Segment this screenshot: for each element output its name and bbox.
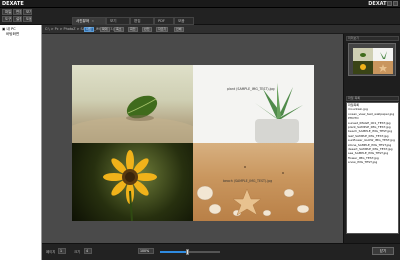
toolbar-button-edit[interactable]: 편집 (13, 9, 22, 15)
toolbar-button-open[interactable]: 파일 열기 (2, 9, 12, 15)
rotate-button[interactable]: 회전 (128, 27, 138, 32)
zoom-slider-fill (160, 251, 187, 253)
zoom-out-button[interactable]: 축소 (114, 27, 124, 32)
tab-view[interactable]: 보기 (106, 17, 130, 25)
app-logo: DEXATE (2, 1, 24, 7)
toolbar-button-help[interactable]: 도움말 (23, 16, 32, 22)
status-bar: 페이지 1 크기 4 100% 닫기 (42, 243, 400, 260)
photo-label-b: plant (SAMPLE_IMG_TEST).jpg (227, 87, 275, 91)
minimize-button[interactable] (387, 1, 392, 6)
photo-label-d: beach (SAMPLE_IMG_TEST).jpg (223, 179, 273, 183)
toolbar-button-settings[interactable]: 설정 (13, 16, 22, 22)
toolbar: 파일 열기 편집 보기 도구 설정 도움말 사진뷰어× 보기 편집 PDF 모음 (0, 8, 400, 25)
photo-mode-button[interactable]: 사진 (84, 27, 94, 32)
flip-button[interactable]: 반전 (142, 27, 152, 32)
close-button[interactable]: 닫기 (372, 247, 394, 255)
page-label: 페이지 (46, 250, 56, 254)
tab-edit[interactable]: 편집 (130, 17, 154, 25)
tab-photo-viewer[interactable]: 사진뷰어 × (72, 17, 106, 25)
leaf-image (72, 95, 193, 143)
folder-tree: ▣ 내 PC 바탕화면 (0, 25, 42, 260)
tree-item-desktop[interactable]: 바탕화면 (6, 32, 19, 37)
thumbnail-image (353, 48, 393, 74)
zoom-field[interactable]: 100% (138, 248, 154, 254)
tab-pdf[interactable]: PDF (154, 17, 174, 25)
path-bar: C:\ > Pc > PhotoZ > SAMPLE_IMG_TEST.jpg … (42, 25, 400, 34)
preview-header: 미리보기 (346, 36, 399, 41)
size-label: 크기 (74, 250, 81, 254)
photo-sunflower[interactable] (72, 143, 193, 221)
zoom-slider[interactable] (160, 249, 220, 255)
photo-succulent[interactable]: plant (SAMPLE_IMG_TEST).jpg (193, 65, 314, 143)
print-button[interactable]: 인쇄 (174, 27, 184, 32)
size-input[interactable]: 4 (84, 248, 92, 254)
list-item[interactable]: sunflower_GLOW_IMG_TEST.jpg (347, 138, 398, 142)
sunflower-image (103, 150, 157, 221)
photo-leaf[interactable] (72, 65, 193, 143)
close-window-button[interactable] (393, 1, 398, 6)
zoom-in-button[interactable]: 확대 (100, 27, 110, 32)
list-item[interactable]: snow_IMG_TEST.jpg (347, 160, 398, 164)
page-input[interactable]: 1 (58, 248, 66, 254)
tab-collection[interactable]: 모음 (174, 17, 194, 25)
succulent-image (255, 83, 303, 143)
toolbar-button-tools[interactable]: 도구 (2, 16, 12, 22)
file-list-header: 파일 목록 (346, 96, 399, 101)
file-list[interactable]: 파일목록 mountain.jpg ocean_view_test_wallpa… (346, 102, 399, 234)
photo-beach[interactable]: beach (SAMPLE_IMG_TEST).jpg (193, 143, 314, 221)
image-viewer[interactable]: plant (SAMPLE_IMG_TEST).jpg beach (SAMPL… (42, 34, 343, 243)
toolbar-button-view[interactable]: 보기 (23, 9, 32, 15)
zoom-slider-thumb[interactable] (185, 249, 189, 255)
title-bar: DEXATE DEXATE (0, 0, 400, 8)
preview-thumbnail[interactable] (348, 43, 396, 76)
crop-button[interactable]: 자르기 (156, 27, 169, 32)
right-panel: 미리보기 파일 목록 파일목록 mountain.jpg ocean_view_… (343, 34, 400, 243)
